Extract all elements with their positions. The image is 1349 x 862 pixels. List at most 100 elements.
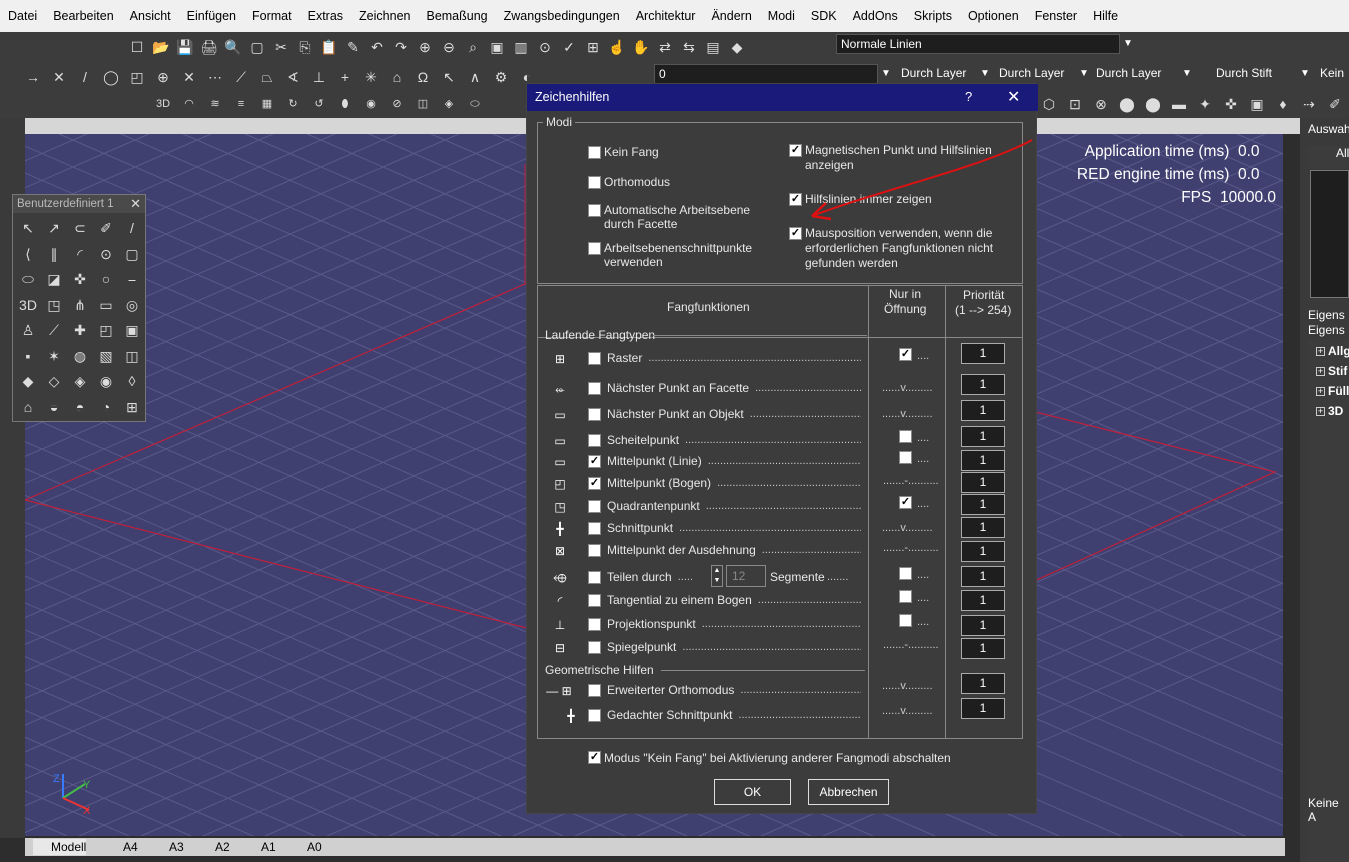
menu-item[interactable]: Bearbeiten xyxy=(45,0,121,32)
lineweight-combo[interactable]: Durch Layer xyxy=(1092,64,1178,84)
toolbar-icon[interactable]: / xyxy=(76,68,94,86)
toolbar-icon[interactable]: ✜ xyxy=(1222,95,1240,113)
menu-item[interactable]: Zeichnen xyxy=(351,0,418,32)
menu-item[interactable]: Ansicht xyxy=(122,0,179,32)
toolbar-icon[interactable]: → xyxy=(24,68,42,86)
toolbar-icon[interactable]: ⊖ xyxy=(440,38,458,56)
toolbar-icon[interactable]: 3D xyxy=(154,95,172,113)
layout-tab[interactable]: Modell xyxy=(33,839,87,855)
linetype-layer-dropdown-arrow[interactable]: ▼ xyxy=(1076,64,1092,84)
priority-field[interactable]: 1 xyxy=(961,566,1005,587)
palette-tool-icon[interactable]: / xyxy=(121,217,143,239)
snap-checkbox[interactable] xyxy=(588,618,601,631)
palette-tool-icon[interactable]: ◈ xyxy=(69,370,91,392)
divide-spinner-arrows[interactable]: ▲ ▼ xyxy=(711,565,723,587)
toolbar-icon[interactable]: ◉ xyxy=(362,95,380,113)
palette-tool-icon[interactable]: ◓ xyxy=(69,396,91,418)
snap-checkbox[interactable]: ✓ xyxy=(588,455,601,468)
palette-tool-icon[interactable]: ◉ xyxy=(95,370,117,392)
property-group[interactable]: 3D xyxy=(1328,404,1343,418)
toolbar-icon[interactable]: ∢ xyxy=(284,68,302,86)
toolbar-icon[interactable]: ⊕ xyxy=(416,38,434,56)
palette-tool-icon[interactable]: ◇ xyxy=(43,370,65,392)
toolbar-icon[interactable]: ∧ xyxy=(466,68,484,86)
toolbar-icon[interactable]: ▥ xyxy=(512,38,530,56)
expand-icon[interactable]: + xyxy=(1316,367,1325,376)
toolbar-icon[interactable]: ☐ xyxy=(128,38,146,56)
toolbar-icon[interactable]: ⇄ xyxy=(656,38,674,56)
palette-tool-icon[interactable]: ▪ xyxy=(17,345,39,367)
toolbar-icon[interactable]: ✋ xyxy=(632,38,650,56)
toolbar-icon[interactable]: ⊗ xyxy=(1092,95,1110,113)
property-group[interactable]: Allg xyxy=(1328,344,1349,358)
toolbar-icon[interactable]: ✂ xyxy=(272,38,290,56)
priority-field[interactable]: 1 xyxy=(961,638,1005,659)
expand-icon[interactable]: + xyxy=(1316,347,1325,356)
palette-tool-icon[interactable]: ⌂ xyxy=(17,396,39,418)
close-icon[interactable]: ✕ xyxy=(1007,87,1020,107)
property-grid[interactable] xyxy=(1308,340,1349,862)
snap-checkbox[interactable] xyxy=(588,382,601,395)
toolbar-icon[interactable]: Ω xyxy=(414,68,432,86)
linetype-combo[interactable]: Normale Linien xyxy=(836,34,1120,54)
toolbar-icon[interactable]: ⏢ xyxy=(258,68,276,86)
menu-item[interactable]: Extras xyxy=(300,0,351,32)
toolbar-icon[interactable]: 💾 xyxy=(176,38,194,56)
priority-field[interactable]: 1 xyxy=(961,400,1005,421)
only-open-checkbox[interactable] xyxy=(899,614,912,627)
palette-tool-icon[interactable]: ⟨ xyxy=(17,243,39,265)
snap-checkbox[interactable] xyxy=(588,500,601,513)
toolbar-icon[interactable]: ⊞ xyxy=(584,38,602,56)
toolbar-icon[interactable]: 📋 xyxy=(320,38,338,56)
palette-tool-icon[interactable]: ⬭ xyxy=(17,268,39,290)
toolbar-icon[interactable]: ⋯ xyxy=(206,68,224,86)
footer-option-checkbox[interactable]: ✓ xyxy=(588,751,601,764)
toolbar-icon[interactable]: ⇆ xyxy=(680,38,698,56)
palette-tool-icon[interactable]: ⋔ xyxy=(69,294,91,316)
only-open-checkbox[interactable] xyxy=(899,567,912,580)
snap-checkbox[interactable] xyxy=(588,434,601,447)
toolbar-icon[interactable]: ↺ xyxy=(310,95,328,113)
toolbar-icon[interactable]: 🖨 xyxy=(200,38,218,56)
palette-tool-icon[interactable]: ⟋ xyxy=(43,319,65,341)
priority-field[interactable]: 1 xyxy=(961,673,1005,694)
toolbar-icon[interactable]: ◫ xyxy=(414,95,432,113)
palette-tool-icon[interactable]: ◫ xyxy=(121,345,143,367)
toolbar-icon[interactable]: ✐ xyxy=(1326,95,1344,113)
palette-tool-icon[interactable]: ◰ xyxy=(95,319,117,341)
menu-item[interactable]: Einfügen xyxy=(179,0,244,32)
palette-tool-icon[interactable]: ↖ xyxy=(17,217,39,239)
mode-checkbox[interactable]: ✓ xyxy=(789,144,802,157)
divide-count-input[interactable]: 12 xyxy=(726,565,766,587)
mode-checkbox[interactable]: ✓ xyxy=(789,227,802,240)
mode-checkbox[interactable] xyxy=(588,204,601,217)
snap-checkbox[interactable] xyxy=(588,408,601,421)
palette-tool-icon[interactable]: ▭ xyxy=(95,294,117,316)
toolbar-icon[interactable]: ✎ xyxy=(344,38,362,56)
layout-tab[interactable]: A0 xyxy=(289,839,322,855)
palette-tool-icon[interactable]: ◎ xyxy=(121,294,143,316)
toolbar-icon[interactable]: ◈ xyxy=(440,95,458,113)
property-group[interactable]: Stif xyxy=(1328,364,1347,378)
snap-checkbox[interactable] xyxy=(588,522,601,535)
palette-tool-icon[interactable]: ✶ xyxy=(43,345,65,367)
toolbar-icon[interactable]: ♦ xyxy=(1274,95,1292,113)
palette-tool-icon[interactable]: ✜ xyxy=(69,268,91,290)
palette-tool-icon[interactable]: ◪ xyxy=(43,268,65,290)
palette-tool-icon[interactable]: ◊ xyxy=(121,370,143,392)
palette-tool-icon[interactable]: ◍ xyxy=(69,345,91,367)
menu-item[interactable]: SDK xyxy=(803,0,845,32)
toolbar-icon[interactable]: ⬭ xyxy=(466,95,484,113)
property-group[interactable]: Füll xyxy=(1328,384,1349,398)
priority-field[interactable]: 1 xyxy=(961,426,1005,447)
menu-item[interactable]: Skripts xyxy=(906,0,960,32)
toolbar-icon[interactable]: 🔍 xyxy=(224,38,242,56)
palette-tool-icon[interactable]: ▧ xyxy=(95,345,117,367)
menu-item[interactable]: Hilfe xyxy=(1085,0,1126,32)
snap-checkbox[interactable] xyxy=(588,544,601,557)
layout-tab[interactable]: A2 xyxy=(197,839,230,855)
palette-tool-icon[interactable]: ✐ xyxy=(95,217,117,239)
toolbar-icon[interactable]: ▢ xyxy=(248,38,266,56)
menu-item[interactable]: Ändern xyxy=(703,0,759,32)
menu-item[interactable]: Bemaßung xyxy=(418,0,495,32)
